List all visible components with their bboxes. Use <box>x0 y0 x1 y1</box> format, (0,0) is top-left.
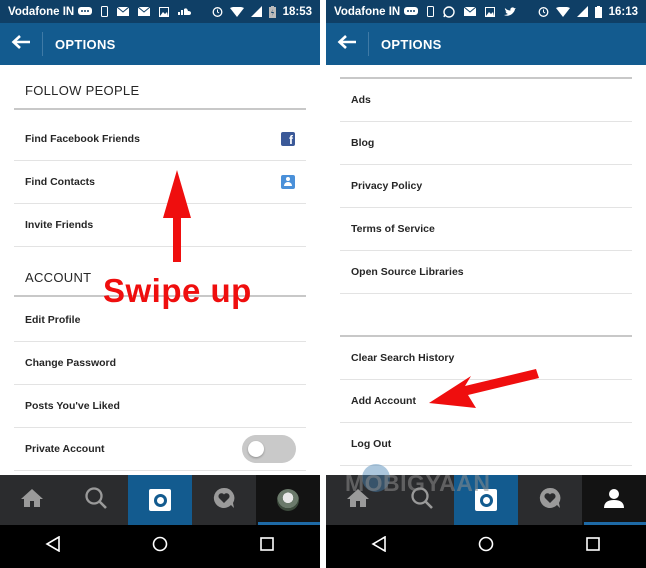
watermark: MOBIGYAAN <box>345 470 491 496</box>
swipe-up-annotation: Swipe up <box>103 272 252 309</box>
left-screen: Vodafone IN 18:53 OPTIONS FOLLOW PEOPLE … <box>0 0 320 568</box>
